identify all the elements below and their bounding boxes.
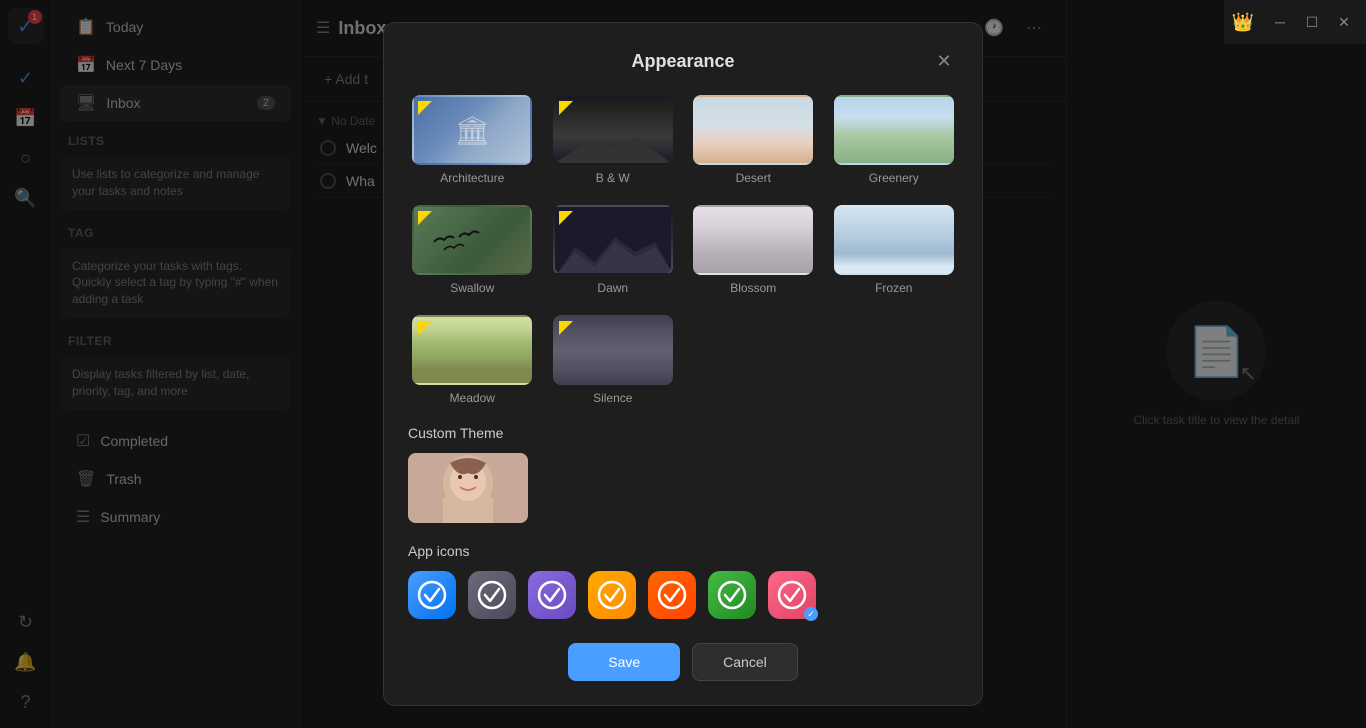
modal-title: Appearance <box>436 51 930 72</box>
crown-icon: 👑 <box>1232 12 1254 33</box>
theme-item-frozen[interactable]: Frozen <box>830 205 959 295</box>
app-icons-label: App icons <box>408 543 958 559</box>
custom-theme-section: Custom Theme <box>408 425 958 523</box>
theme-label-bw: B & W <box>596 171 630 185</box>
custom-theme-label: Custom Theme <box>408 425 958 441</box>
app-icon-orange-red[interactable] <box>648 571 696 619</box>
maximize-button[interactable]: ☐ <box>1298 8 1326 36</box>
theme-grid-row2: Swallow Dawn Blossom Frozen <box>408 205 958 295</box>
theme-item-dawn[interactable]: Dawn <box>549 205 678 295</box>
theme-label-silence: Silence <box>593 391 632 405</box>
app-icon-orange-yellow[interactable] <box>588 571 636 619</box>
app-icon-green[interactable] <box>708 571 756 619</box>
theme-item-architecture[interactable]: 🏛 Architecture <box>408 95 537 185</box>
theme-preview-swallow <box>412 205 532 275</box>
custom-theme-preview[interactable] <box>408 453 528 523</box>
app-icon-purple[interactable] <box>528 571 576 619</box>
theme-preview-greenery <box>834 95 954 165</box>
theme-grid-row3: Meadow Silence <box>408 315 958 405</box>
appearance-modal: Appearance ✕ 🏛 Architecture B & W Desert <box>383 22 983 706</box>
theme-label-desert: Desert <box>736 171 771 185</box>
app-icons-row: ✓ <box>408 571 958 619</box>
theme-item-meadow[interactable]: Meadow <box>408 315 537 405</box>
theme-preview-dawn <box>553 205 673 275</box>
theme-preview-frozen <box>834 205 954 275</box>
save-button[interactable]: Save <box>568 643 680 681</box>
theme-item-silence[interactable]: Silence <box>549 315 678 405</box>
theme-grid-row1: 🏛 Architecture B & W Desert Greenery <box>408 95 958 185</box>
theme-item-bw[interactable]: B & W <box>549 95 678 185</box>
theme-item-swallow[interactable]: Swallow <box>408 205 537 295</box>
theme-label-architecture: Architecture <box>440 171 504 185</box>
theme-label-meadow: Meadow <box>450 391 495 405</box>
theme-label-blossom: Blossom <box>730 281 776 295</box>
modal-close-button[interactable]: ✕ <box>930 47 958 75</box>
theme-preview-meadow <box>412 315 532 385</box>
theme-label-dawn: Dawn <box>597 281 628 295</box>
theme-item-greenery[interactable]: Greenery <box>830 95 959 185</box>
app-icon-pink[interactable]: ✓ <box>768 571 816 619</box>
close-button[interactable]: ✕ <box>1330 8 1358 36</box>
theme-item-desert[interactable]: Desert <box>689 95 818 185</box>
app-icons-section: App icons <box>408 543 958 619</box>
theme-preview-silence <box>553 315 673 385</box>
modal-footer: Save Cancel <box>408 643 958 681</box>
theme-label-swallow: Swallow <box>450 281 494 295</box>
modal-header: Appearance ✕ <box>408 47 958 75</box>
minimize-button[interactable]: ─ <box>1266 8 1294 36</box>
theme-label-frozen: Frozen <box>875 281 912 295</box>
selected-icon-badge: ✓ <box>804 607 818 621</box>
window-controls: 👑 ─ ☐ ✕ <box>1224 0 1366 44</box>
theme-label-greenery: Greenery <box>869 171 919 185</box>
app-icon-blue[interactable] <box>408 571 456 619</box>
app-icon-gray[interactable] <box>468 571 516 619</box>
theme-item-blossom[interactable]: Blossom <box>689 205 818 295</box>
theme-preview-bw <box>553 95 673 165</box>
theme-preview-desert <box>693 95 813 165</box>
theme-preview-architecture: 🏛 <box>412 95 532 165</box>
theme-preview-blossom <box>693 205 813 275</box>
cancel-button[interactable]: Cancel <box>692 643 798 681</box>
modal-overlay[interactable]: Appearance ✕ 🏛 Architecture B & W Desert <box>0 0 1366 728</box>
